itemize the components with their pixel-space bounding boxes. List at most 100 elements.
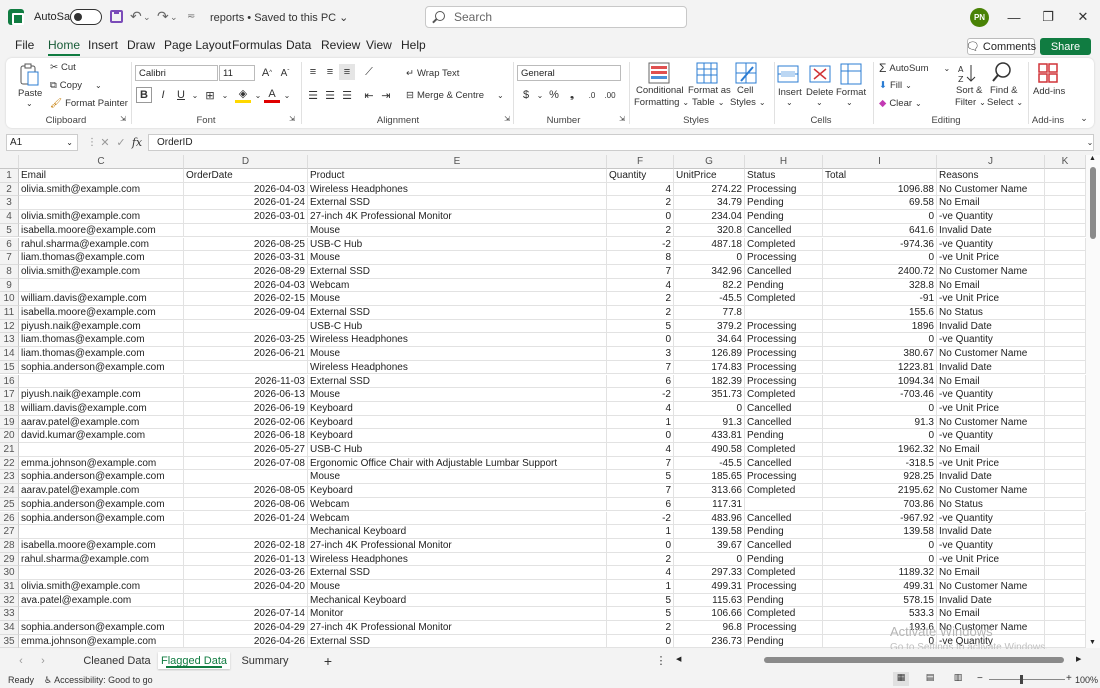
table-cell[interactable]: 4 <box>607 182 674 197</box>
table-cell[interactable]: 2026-07-08 <box>184 456 308 471</box>
table-cell[interactable]: 2026-09-04 <box>184 306 308 320</box>
table-cell[interactable]: 2026-06-19 <box>184 401 308 416</box>
zoom-in-icon[interactable]: + <box>1066 673 1072 684</box>
column-header-e[interactable]: E <box>308 155 607 169</box>
row-header[interactable]: 25 <box>0 497 19 512</box>
format-dropdown-icon[interactable]: ⌄ <box>846 98 853 107</box>
table-cell[interactable]: 2026-06-21 <box>184 347 308 361</box>
table-cell[interactable]: sophia.anderson@example.com <box>19 497 184 512</box>
table-cell[interactable] <box>1045 443 1086 457</box>
table-cell[interactable]: 82.2 <box>674 278 745 293</box>
table-cell[interactable]: 2026-07-14 <box>184 607 308 622</box>
table-cell[interactable]: 533.3 <box>823 607 937 622</box>
table-cell[interactable]: Keyboard <box>308 484 607 498</box>
insert-cells-button[interactable]: Insert <box>778 87 802 98</box>
table-cell[interactable]: No Status <box>937 306 1045 320</box>
table-cell[interactable]: External SSD <box>308 264 607 279</box>
table-cell[interactable]: 1 <box>607 580 674 594</box>
table-cell[interactable] <box>1045 264 1086 279</box>
table-cell[interactable]: emma.johnson@example.com <box>19 456 184 471</box>
wrap-text-button[interactable]: ↵ Wrap Text <box>406 68 459 79</box>
table-cell[interactable] <box>19 607 184 622</box>
table-cell[interactable]: -703.46 <box>823 388 937 402</box>
table-cell[interactable]: 313.66 <box>674 484 745 498</box>
table-cell[interactable] <box>1045 415 1086 430</box>
table-cell[interactable]: 2026-02-06 <box>184 415 308 430</box>
table-cell[interactable]: No Customer Name <box>937 580 1045 594</box>
table-cell[interactable]: Mouse <box>308 223 607 238</box>
table-cell[interactable]: 117.31 <box>674 497 745 512</box>
table-cell[interactable]: 1189.32 <box>823 566 937 580</box>
table-cell[interactable]: Processing <box>745 347 823 361</box>
table-cell[interactable] <box>19 525 184 539</box>
table-cell[interactable]: liam.thomas@example.com <box>19 251 184 265</box>
table-cell[interactable]: 7 <box>607 264 674 279</box>
table-cell[interactable]: 4 <box>607 443 674 457</box>
table-cell[interactable]: 126.89 <box>674 347 745 361</box>
table-cell[interactable]: 380.67 <box>823 347 937 361</box>
column-header-g[interactable]: G <box>674 155 745 169</box>
table-cell[interactable]: 0 <box>674 552 745 567</box>
table-cell[interactable]: 2026-08-06 <box>184 497 308 512</box>
table-cell[interactable]: Pending <box>745 196 823 211</box>
row-header[interactable]: 10 <box>0 292 19 306</box>
column-header-i[interactable]: I <box>823 155 937 169</box>
table-cell[interactable] <box>19 374 184 389</box>
table-cell[interactable]: 2026-08-29 <box>184 264 308 279</box>
row-header[interactable]: 30 <box>0 566 19 580</box>
table-cell[interactable]: 2026-05-27 <box>184 443 308 457</box>
page-break-view-icon[interactable]: ▥ <box>950 672 966 686</box>
table-cell[interactable]: No Customer Name <box>937 415 1045 430</box>
align-right-icon[interactable]: ☰ <box>339 87 355 103</box>
table-cell[interactable] <box>1045 456 1086 471</box>
conditional-formatting-icon[interactable] <box>648 62 670 84</box>
table-cell[interactable]: Completed <box>745 566 823 580</box>
table-cell[interactable]: 39.67 <box>674 538 745 553</box>
table-cell[interactable]: rahul.sharma@example.com <box>19 237 184 252</box>
table-cell[interactable]: 328.8 <box>823 278 937 293</box>
row-header[interactable]: 3 <box>0 196 19 211</box>
header-cell[interactable]: Product <box>308 169 607 183</box>
minimize-icon[interactable]: — <box>997 0 1031 34</box>
table-cell[interactable]: isabella.moore@example.com <box>19 538 184 553</box>
table-cell[interactable]: -ve Quantity <box>937 210 1045 224</box>
table-cell[interactable]: Cancelled <box>745 264 823 279</box>
decrease-font-icon[interactable]: Aˇ <box>277 65 293 81</box>
save-icon[interactable] <box>110 10 123 23</box>
add-sheet-icon[interactable]: + <box>320 652 336 669</box>
header-cell[interactable]: UnitPrice <box>674 169 745 183</box>
scroll-right-icon[interactable]: ▶ <box>1076 655 1081 663</box>
accessibility-status[interactable]: ♿ Accessibility: Good to go <box>44 675 153 686</box>
column-header-c[interactable]: C <box>19 155 184 169</box>
cond-line1[interactable]: Conditional <box>636 85 684 96</box>
row-header[interactable]: 1 <box>0 169 19 183</box>
table-cell[interactable]: Invalid Date <box>937 223 1045 238</box>
table-cell[interactable]: No Email <box>937 196 1045 211</box>
table-cell[interactable] <box>1045 525 1086 539</box>
table-cell[interactable]: Webcam <box>308 497 607 512</box>
vertical-scroll-thumb[interactable] <box>1090 167 1096 239</box>
table-cell[interactable]: Processing <box>745 333 823 348</box>
delete-cells-icon[interactable] <box>809 63 831 85</box>
header-cell[interactable]: Email <box>19 169 184 183</box>
borders-icon[interactable]: ⊞ <box>202 87 218 103</box>
table-cell[interactable] <box>1045 292 1086 306</box>
top-align-icon[interactable]: ≡ <box>305 64 321 80</box>
row-header[interactable]: 27 <box>0 525 19 539</box>
table-cell[interactable]: 34.64 <box>674 333 745 348</box>
table-cell[interactable] <box>1045 484 1086 498</box>
table-cell[interactable]: david.kumar@example.com <box>19 429 184 443</box>
cell-styles-icon[interactable] <box>735 62 757 84</box>
undo-icon[interactable]: ↶ <box>130 8 142 25</box>
table-cell[interactable]: 1096.88 <box>823 182 937 197</box>
next-sheet-icon[interactable]: › <box>36 652 50 669</box>
table-cell[interactable]: -ve Quantity <box>937 634 1045 648</box>
table-cell[interactable]: -91 <box>823 292 937 306</box>
table-cell[interactable]: 499.31 <box>823 580 937 594</box>
table-cell[interactable]: Cancelled <box>745 456 823 471</box>
undo-dropdown-icon[interactable]: ⌄ <box>143 12 151 23</box>
table-cell[interactable] <box>1045 237 1086 252</box>
table-cell[interactable]: 2026-06-13 <box>184 388 308 402</box>
comments-button[interactable]: 🗨 Comments <box>966 38 1036 55</box>
row-header[interactable]: 17 <box>0 388 19 402</box>
